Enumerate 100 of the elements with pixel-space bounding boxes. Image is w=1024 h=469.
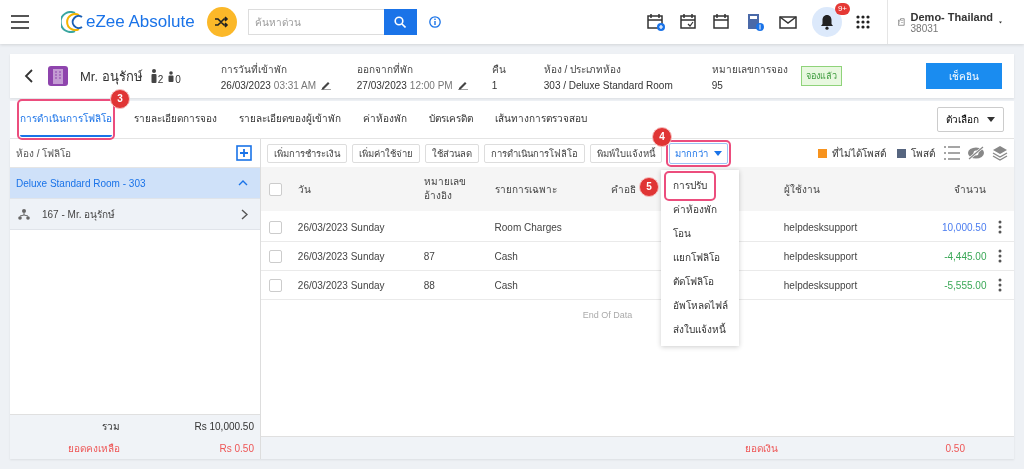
hide-icon[interactable] xyxy=(967,146,985,160)
calculator-icon[interactable] xyxy=(746,13,764,31)
chevron-right-icon xyxy=(241,208,248,220)
table-cell-text: helpdesksupport xyxy=(783,221,859,233)
step-badge: 3 xyxy=(110,89,130,109)
hierarchy-icon xyxy=(18,208,30,220)
column-header: หมายเลข อ้างอิง xyxy=(423,175,467,203)
caret-icon xyxy=(987,117,995,122)
total-label: รวม xyxy=(101,419,120,434)
panel-title: ห้อง / โฟลิโอ xyxy=(16,146,72,161)
table-cell-text: Room Charges xyxy=(494,221,563,233)
folio-row[interactable]: 167 - Mr. อนุรักษ์ xyxy=(10,198,260,230)
field-time: 12:00 PM xyxy=(409,79,453,91)
table-cell-text: 26/03/2023 Sunday xyxy=(297,250,386,262)
tab[interactable]: บัตรเครดิต xyxy=(429,102,473,137)
room-row[interactable]: Deluxe Standard Room - 303 xyxy=(10,168,260,198)
legend-label: ที่ไม่ได้โพสต์ xyxy=(832,145,886,161)
field-label: ห้อง / ประเภทห้อง xyxy=(543,62,623,77)
notification-badge: 9+ xyxy=(834,3,850,15)
menu-item[interactable]: ค่าห้องพัก xyxy=(667,198,735,222)
more-button[interactable]: มากกว่า xyxy=(669,142,728,164)
row-checkbox[interactable] xyxy=(269,278,282,292)
search-icon xyxy=(394,16,407,28)
calendar-icon[interactable] xyxy=(713,13,731,31)
toolbar-button[interactable]: เพิ่มการชำระเงิน xyxy=(267,143,347,163)
toolbar-button[interactable]: พิมพ์ใบแจ้งหนี้ xyxy=(590,143,662,163)
amount-cell-text: -5,555.00 xyxy=(943,279,987,291)
column-header: จำนวน xyxy=(953,182,987,197)
menu-item[interactable]: แยกโฟลิโอ xyxy=(667,246,735,270)
calendar-check-icon[interactable] xyxy=(680,13,698,31)
tab[interactable]: รายละเอียดการจอง xyxy=(134,102,217,137)
more-vertical-icon[interactable] xyxy=(998,278,1003,292)
field-label: การวันที่เข้าพัก xyxy=(220,61,288,77)
more-vertical-icon[interactable] xyxy=(998,220,1003,234)
end-of-data-text: End Of Data xyxy=(582,310,633,320)
tab[interactable]: ค่าห้องพัก xyxy=(363,102,407,137)
total-value: Rs 10,000.50 xyxy=(193,420,255,432)
info-icon[interactable] xyxy=(428,16,441,28)
guest-name: Mr. อนุรักษ์ xyxy=(80,67,143,87)
search-button[interactable] xyxy=(383,9,417,35)
property-switcher[interactable]: Demo- Thailand 38031 xyxy=(887,0,1024,44)
toolbar-button[interactable]: การดำเนินการโฟลิโอ xyxy=(484,143,585,163)
field-label: คืน xyxy=(491,62,507,77)
status-tag: จองแล้ว xyxy=(800,66,842,86)
table-cell-text: Cash xyxy=(494,250,519,262)
add-icon[interactable] xyxy=(236,145,252,161)
edit-icon[interactable] xyxy=(321,80,332,90)
field-label: ออกจากที่พัก xyxy=(356,61,414,77)
amount-cell-text: 10,000.50 xyxy=(940,221,987,233)
column-header: รายการเฉพาะ xyxy=(494,182,558,197)
table-cell-text: 26/03/2023 Sunday xyxy=(297,279,386,291)
more-vertical-icon[interactable] xyxy=(998,249,1003,263)
caret-icon xyxy=(999,19,1002,25)
back-icon[interactable] xyxy=(24,69,34,83)
edit-icon[interactable] xyxy=(457,80,468,90)
toolbar-button[interactable]: เพิ่มค่าใช้จ่าย xyxy=(352,143,420,163)
adult-icon xyxy=(149,69,158,83)
menu-item[interactable]: โอน xyxy=(667,222,735,246)
column-header: ผู้ใช้งาน xyxy=(783,182,821,197)
field-value: 26/03/2023 xyxy=(220,79,271,91)
menu-item[interactable]: การปรับ xyxy=(667,174,713,198)
logo-text: eZee Absolute xyxy=(86,12,195,32)
calendar-add-icon[interactable] xyxy=(647,13,665,31)
options-button[interactable]: ตัวเลือก xyxy=(937,107,1004,132)
table-cell-text: 26/03/2023 Sunday xyxy=(297,221,386,233)
apps-icon[interactable] xyxy=(856,15,870,29)
room-label: Deluxe Standard Room - 303 xyxy=(16,177,146,189)
layers-icon[interactable] xyxy=(992,145,1008,161)
balance-value: Rs 0.50 xyxy=(218,442,255,454)
select-all-checkbox[interactable] xyxy=(269,182,282,196)
hotel-icon xyxy=(48,66,68,86)
menu-icon[interactable] xyxy=(11,15,29,29)
table-cell-text: 88 xyxy=(423,279,436,291)
shuffle-button[interactable] xyxy=(206,7,237,37)
balance-label: ยอดคงเหลือ xyxy=(67,441,120,456)
tab[interactable]: การดำเนินการโฟลิโอ xyxy=(20,102,112,137)
field-label: หมายเลขการจอง xyxy=(711,62,789,77)
balance-value: 0.50 xyxy=(944,442,965,454)
row-checkbox[interactable] xyxy=(269,249,282,263)
row-checkbox[interactable] xyxy=(269,220,282,234)
bell-icon xyxy=(820,14,834,30)
field-value: 95 xyxy=(711,79,723,91)
toolbar-button[interactable]: ใช้ส่วนลด xyxy=(425,143,479,163)
amount-cell-text: -4,445.00 xyxy=(943,250,987,262)
property-name: Demo- Thailand xyxy=(910,10,994,23)
tab[interactable]: รายละเอียดของผู้เข้าพัก xyxy=(239,102,341,137)
table-cell-text: 87 xyxy=(423,250,436,262)
menu-item[interactable]: ส่งใบแจ้งหนี้ xyxy=(667,318,735,342)
table-cell-text: Cash xyxy=(494,279,519,291)
mail-icon[interactable] xyxy=(779,13,797,31)
child-icon xyxy=(167,70,176,82)
search-field[interactable]: ค้นหาด่วน xyxy=(247,9,384,35)
field-value: 27/03/2023 xyxy=(356,79,407,91)
tab[interactable]: เส้นทางการตรวจสอบ xyxy=(495,102,587,137)
legend-label: โพสต์ xyxy=(911,146,935,161)
table-cell-text: helpdesksupport xyxy=(783,279,859,291)
menu-item[interactable]: ตัดโฟลิโอ xyxy=(667,270,735,294)
menu-item[interactable]: อัพโหลดไฟล์ xyxy=(667,294,735,318)
shuffle-icon xyxy=(214,16,229,28)
column-header: คำอธิ xyxy=(610,182,636,197)
